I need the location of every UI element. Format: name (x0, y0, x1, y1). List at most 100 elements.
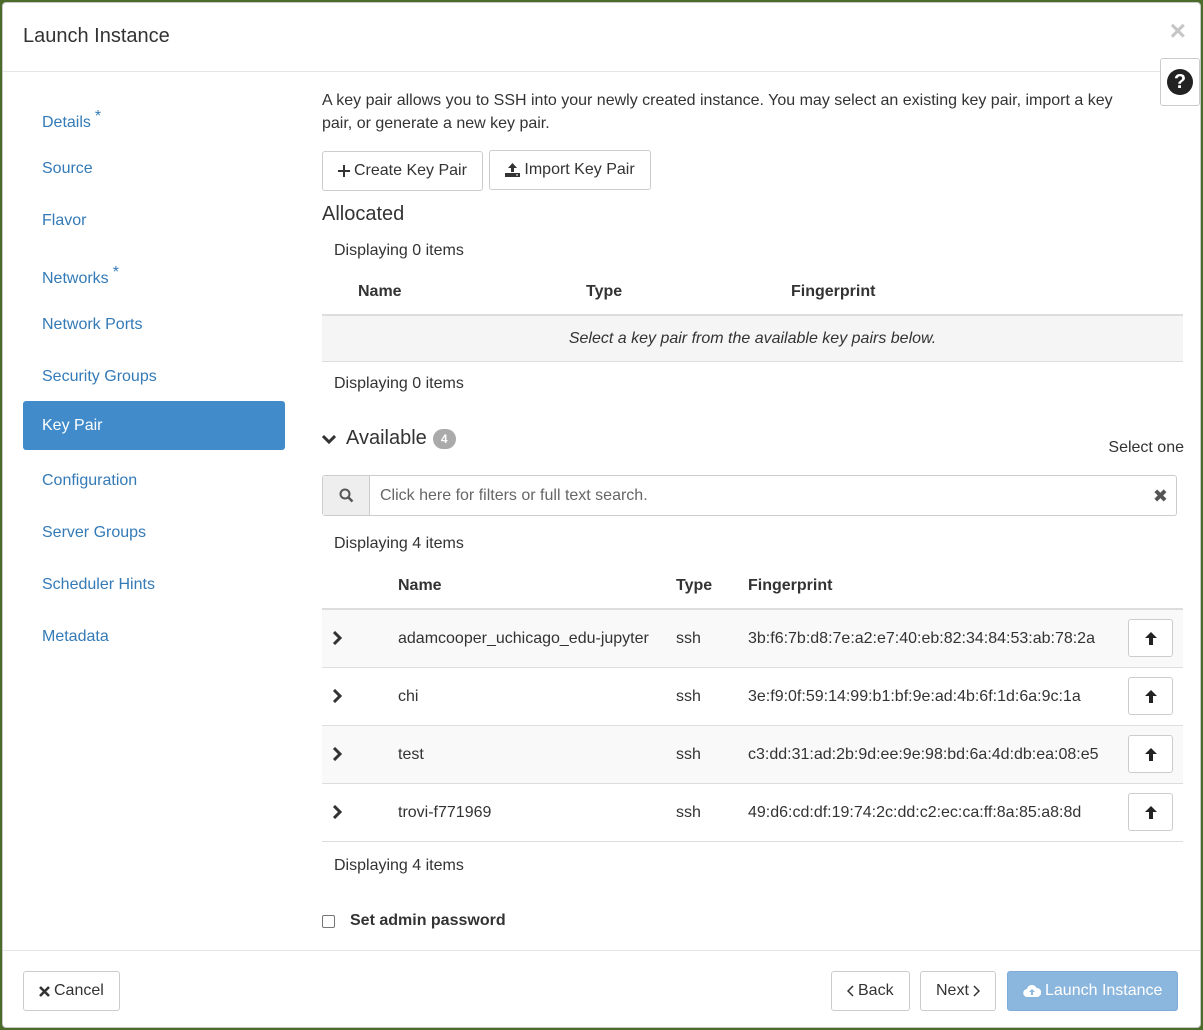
arrow-up-icon (1144, 747, 1157, 761)
chevron-left-icon (847, 985, 854, 997)
nav-item-label: Networks (42, 270, 109, 287)
button-label: Import Key Pair (524, 161, 635, 178)
key-type: ssh (676, 746, 701, 763)
available-count-top: Displaying 4 items (334, 535, 464, 552)
nav-item-label: Network Ports (42, 316, 143, 333)
table-row: adamcooper_uchicago_edu-jupyter ssh 3b:f… (322, 610, 1183, 668)
arrow-up-icon (1144, 805, 1157, 819)
allocated-count-bottom: Displaying 0 items (334, 375, 464, 392)
nav-item-configuration[interactable]: Configuration (23, 453, 285, 502)
button-label: Launch Instance (1045, 982, 1163, 999)
arrow-up-icon (1144, 689, 1157, 703)
key-name: adamcooper_uchicago_edu-jupyter (398, 630, 649, 647)
modal-footer: Cancel Back Next Launch Instance (3, 950, 1200, 1029)
search-input[interactable] (371, 476, 1141, 515)
key-name: chi (398, 688, 419, 705)
modal-header: Launch Instance × (3, 3, 1200, 72)
allocate-button[interactable] (1128, 677, 1173, 715)
button-label: Next (936, 982, 969, 999)
nav-item-label: Details (42, 114, 91, 131)
admin-password-checkbox[interactable] (322, 914, 335, 928)
next-button[interactable]: Next (920, 971, 996, 1011)
allocated-count-top: Displaying 0 items (334, 242, 464, 259)
create-key-pair-button[interactable]: Create Key Pair (322, 151, 483, 191)
chevron-right-icon[interactable] (330, 631, 344, 645)
key-name: test (398, 746, 424, 763)
available-toggle[interactable]: Available 4 (322, 427, 456, 450)
nav-item-label: Flavor (42, 212, 87, 229)
table-row: test ssh c3:dd:31:ad:2b:9d:ee:9e:98:bd:6… (322, 726, 1183, 784)
chevron-right-icon (973, 985, 980, 997)
chevron-right-icon[interactable] (330, 805, 344, 819)
allocated-title: Allocated (322, 203, 405, 225)
column-header-fingerprint[interactable]: Fingerprint (791, 283, 875, 301)
upload-icon (505, 163, 521, 177)
chevron-down-icon (322, 434, 336, 444)
search-icon (339, 488, 353, 503)
allocated-table-header: Name Type Fingerprint (322, 273, 1183, 316)
column-header-fingerprint[interactable]: Fingerprint (748, 577, 832, 595)
key-type: ssh (676, 630, 701, 647)
nav-item-label: Scheduler Hints (42, 576, 155, 593)
available-count-badge: 4 (432, 428, 456, 449)
launch-instance-button[interactable]: Launch Instance (1007, 971, 1179, 1011)
table-row: chi ssh 3e:f9:0f:59:14:99:b1:bf:9e:ad:4b… (322, 668, 1183, 726)
import-key-pair-button[interactable]: Import Key Pair (489, 150, 651, 190)
search-icon-addon (323, 476, 370, 515)
arrow-up-icon (1144, 631, 1157, 645)
button-label: Back (858, 982, 894, 999)
key-fingerprint: 3b:f6:7b:d8:7e:a2:e7:40:eb:82:34:84:53:a… (748, 630, 1095, 647)
nav-item-label: Source (42, 160, 93, 177)
nav-item-server-groups[interactable]: Server Groups (23, 505, 285, 554)
available-table-header: Name Type Fingerprint (322, 567, 1183, 610)
admin-password-option: Set admin password (322, 912, 506, 930)
required-marker: * (94, 108, 102, 125)
nav-item-source[interactable]: Source (23, 141, 285, 190)
nav-item-label: Server Groups (42, 524, 147, 541)
close-icon (39, 985, 50, 997)
key-type: ssh (676, 804, 701, 821)
launch-instance-modal: Launch Instance × ? Details * Source Flav… (2, 2, 1201, 1028)
cancel-button[interactable]: Cancel (23, 971, 120, 1011)
key-pair-step: A key pair allows you to SSH into your n… (322, 89, 1184, 929)
close-icon[interactable]: × (1170, 17, 1186, 45)
clear-search-icon[interactable]: ✖ (1153, 486, 1168, 507)
button-label: Create Key Pair (354, 162, 467, 179)
required-marker: * (112, 264, 119, 281)
step-description: A key pair allows you to SSH into your n… (322, 92, 1113, 132)
nav-item-label: Key Pair (42, 417, 103, 434)
table-row: trovi-f771969 ssh 49:d6:cd:df:19:74:2c:d… (322, 784, 1183, 842)
chevron-right-icon[interactable] (330, 747, 344, 761)
back-button[interactable]: Back (831, 971, 910, 1011)
nav-item-network-ports[interactable]: Network Ports (23, 297, 285, 346)
allocated-empty-message: Select a key pair from the available key… (322, 316, 1183, 362)
nav-item-label: Metadata (42, 628, 109, 645)
nav-item-networks[interactable]: Networks * (23, 245, 285, 294)
nav-item-scheduler-hints[interactable]: Scheduler Hints (23, 557, 285, 606)
column-header-name[interactable]: Name (358, 283, 402, 301)
plus-icon (338, 165, 350, 177)
wizard-nav: Details * Source Flavor Networks * Network… (23, 89, 285, 661)
column-header-type[interactable]: Type (676, 577, 712, 595)
nav-item-metadata[interactable]: Metadata (23, 609, 285, 658)
cloud-upload-icon (1023, 984, 1041, 998)
chevron-right-icon[interactable] (330, 689, 344, 703)
search-bar: ✖ (322, 475, 1177, 516)
allocate-button[interactable] (1128, 793, 1173, 831)
allocate-button[interactable] (1128, 735, 1173, 773)
select-one-hint: Select one (1108, 439, 1184, 456)
nav-item-key-pair[interactable]: Key Pair (23, 401, 285, 450)
column-header-name[interactable]: Name (398, 577, 442, 595)
key-fingerprint: 49:d6:cd:df:19:74:2c:dd:c2:ec:ca:ff:8a:8… (748, 804, 1082, 821)
nav-item-security-groups[interactable]: Security Groups (23, 349, 285, 398)
admin-password-label[interactable]: Set admin password (350, 912, 506, 930)
key-type: ssh (676, 688, 701, 705)
nav-item-label: Security Groups (42, 368, 157, 385)
nav-item-flavor[interactable]: Flavor (23, 193, 285, 242)
nav-item-details[interactable]: Details * (23, 89, 285, 138)
key-fingerprint: 3e:f9:0f:59:14:99:b1:bf:9e:ad:4b:6f:1d:6… (748, 688, 1081, 705)
available-count-bottom: Displaying 4 items (334, 857, 464, 874)
allocate-button[interactable] (1128, 619, 1173, 657)
nav-item-label: Configuration (42, 472, 138, 489)
column-header-type[interactable]: Type (586, 283, 622, 301)
